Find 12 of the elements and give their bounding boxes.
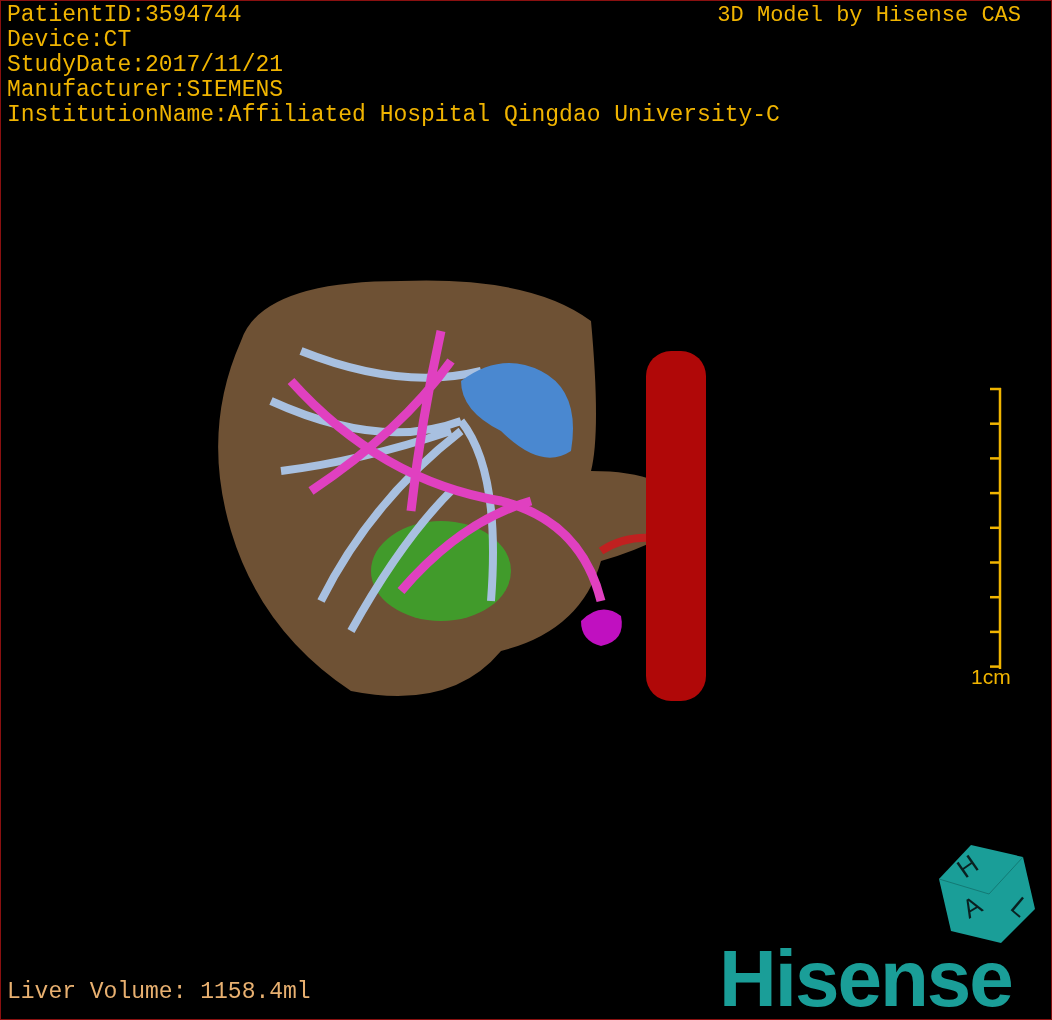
info-text: PatientID:3594744 (7, 3, 242, 28)
cube-label: H (951, 848, 984, 884)
credit-text: 3D Model by Hisense CAS (717, 3, 1021, 28)
logo-text: Hisense (719, 937, 1012, 1019)
info-text: InstitutionName:Affiliated Hospital Qingdao University-C (7, 103, 780, 128)
cube-label: L (1005, 890, 1036, 923)
scale-label: 1cm (971, 665, 1011, 689)
info-text: Manufacturer:SIEMENS (7, 78, 284, 103)
info-text: Device:CT (7, 28, 132, 53)
info-text: StudyDate:2017/11/21 (7, 53, 284, 78)
volume-text: Liver Volume: 1158.4ml (7, 979, 311, 1005)
cube-label: A (957, 889, 987, 925)
